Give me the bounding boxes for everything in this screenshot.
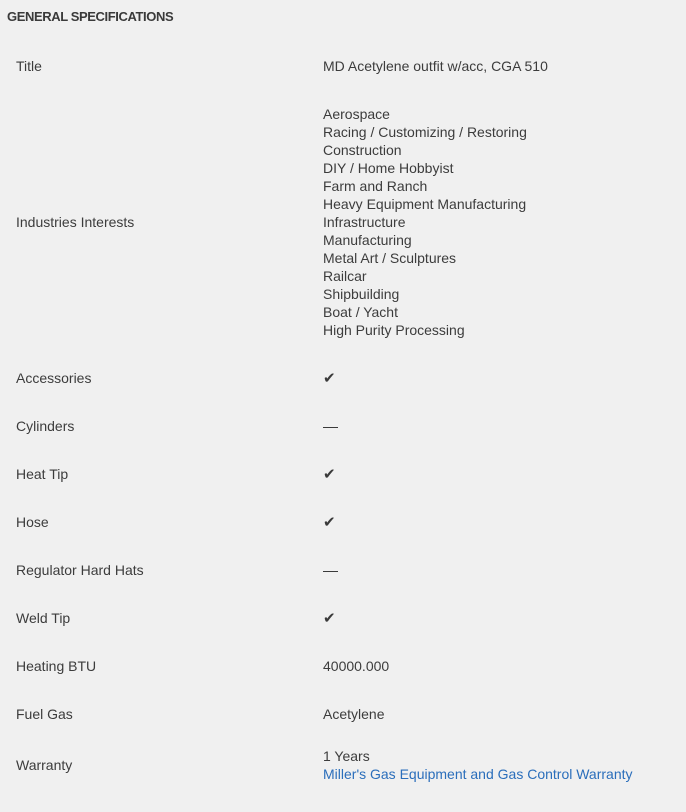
industry-item: Railcar — [323, 268, 367, 284]
spec-row-fuel-gas: Fuel Gas Acetylene — [0, 690, 686, 738]
section-heading: GENERAL SPECIFICATIONS — [7, 9, 174, 24]
spec-row-hose: Hose ✔ — [0, 498, 686, 546]
check-icon: ✔ — [323, 465, 336, 483]
industry-item: Heavy Equipment Manufacturing — [323, 196, 527, 212]
industry-item: DIY / Home Hobbyist — [323, 160, 454, 176]
spec-value: Acetylene — [323, 706, 385, 722]
spec-value: 40000.000 — [323, 658, 390, 674]
spec-row-industries: Industries Interests Aerospace Racing / … — [0, 90, 686, 354]
spec-label: Cylinders — [16, 418, 75, 434]
spec-row-regulator-hard-hats: Regulator Hard Hats — [0, 546, 686, 594]
spec-value: MD Acetylene outfit w/acc, CGA 510 — [323, 58, 548, 74]
industry-item: High Purity Processing — [323, 322, 465, 338]
spec-row-title: Title MD Acetylene outfit w/acc, CGA 510 — [0, 42, 686, 90]
spec-label: Warranty — [16, 757, 73, 773]
dash-icon — [323, 426, 338, 428]
industry-item: Boat / Yacht — [323, 304, 398, 320]
industry-item: Shipbuilding — [323, 286, 400, 302]
spec-label: Industries Interests — [16, 214, 135, 230]
check-icon: ✔ — [323, 609, 336, 627]
warranty-link[interactable]: Miller's Gas Equipment and Gas Control W… — [323, 765, 686, 783]
industry-item: Construction — [323, 142, 402, 158]
industry-item: Aerospace — [323, 106, 390, 122]
industry-item: Racing / Customizing / Restoring — [323, 124, 527, 140]
spec-label: Title — [16, 58, 42, 74]
spec-row-weld-tip: Weld Tip ✔ — [0, 594, 686, 642]
industry-item: Manufacturing — [323, 232, 412, 248]
spec-label: Heat Tip — [16, 466, 69, 482]
dash-icon — [323, 570, 338, 572]
spec-label: Weld Tip — [16, 610, 71, 626]
check-icon: ✔ — [323, 369, 336, 387]
spec-label: Fuel Gas — [16, 706, 73, 722]
spec-row-cylinders: Cylinders — [0, 402, 686, 450]
industry-item: Farm and Ranch — [323, 178, 428, 194]
spec-label: Heating BTU — [16, 658, 97, 674]
specifications-table: Title MD Acetylene outfit w/acc, CGA 510… — [0, 42, 686, 789]
industry-item: Infrastructure — [323, 214, 406, 230]
industries-list: Aerospace Racing / Customizing / Restori… — [323, 105, 686, 339]
spec-row-heating-btu: Heating BTU 40000.000 — [0, 642, 686, 690]
check-icon: ✔ — [323, 513, 336, 531]
spec-row-heat-tip: Heat Tip ✔ — [0, 450, 686, 498]
spec-label: Regulator Hard Hats — [16, 562, 144, 578]
spec-label: Hose — [16, 514, 49, 530]
industry-item: Metal Art / Sculptures — [323, 250, 457, 266]
spec-row-warranty: Warranty 1 Years Miller's Gas Equipment … — [0, 738, 686, 789]
warranty-duration: 1 Years — [323, 748, 370, 764]
spec-row-accessories: Accessories ✔ — [0, 354, 686, 402]
spec-label: Accessories — [16, 370, 92, 386]
